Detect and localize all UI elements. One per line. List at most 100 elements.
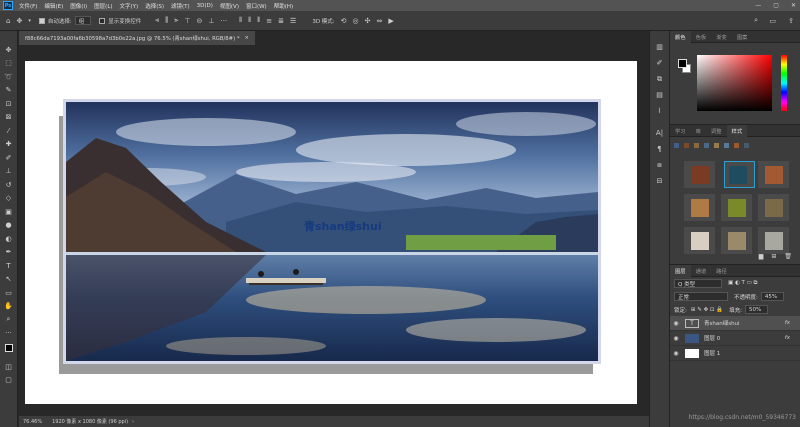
screen-mode-icon[interactable]: ▢ [2, 374, 16, 388]
properties-icon[interactable]: ▤ [653, 89, 667, 101]
more-tools-icon[interactable]: ··· [2, 327, 16, 341]
mini-swatch[interactable] [724, 143, 729, 148]
paths-icon[interactable]: ⌇ [653, 105, 667, 117]
more-options-icon[interactable]: ··· [220, 17, 227, 25]
crop-tool-icon[interactable]: ⊡ [2, 97, 16, 111]
paragraph-icon[interactable]: ¶ [653, 143, 667, 155]
history-icon[interactable]: ▥ [653, 41, 667, 53]
gradient-tool-icon[interactable]: ▣ [2, 205, 16, 219]
style-item[interactable] [684, 161, 715, 188]
zoom-tool-icon[interactable]: ⌕ [2, 313, 16, 327]
3d-rotate-icon[interactable]: ⟲ [341, 17, 347, 25]
eyedropper-tool-icon[interactable]: ⁄ [2, 124, 16, 138]
3d-roll-icon[interactable]: ◎ [353, 17, 359, 25]
brush-settings-icon[interactable]: ✐ [653, 57, 667, 69]
mini-swatch[interactable] [734, 143, 739, 148]
foreground-color-swatch[interactable] [678, 59, 687, 68]
shape-tool-icon[interactable]: ▭ [2, 286, 16, 300]
menu-window[interactable]: 窗口(W) [246, 2, 267, 10]
fx-icon[interactable]: fx [785, 320, 790, 326]
show-transform-checkbox[interactable] [99, 17, 106, 24]
style-item[interactable] [758, 161, 789, 188]
layer-kind-filter[interactable]: Q 类型 [674, 279, 722, 288]
close-icon[interactable]: × [245, 35, 249, 41]
menu-image[interactable]: 图像(I) [70, 2, 87, 10]
pen-tool-icon[interactable]: ✒ [2, 246, 16, 260]
align-center-icon[interactable]: ⫼ [165, 16, 168, 25]
minimize-icon[interactable]: — [755, 2, 761, 9]
distribute-3-icon[interactable]: ⦀ [257, 16, 260, 25]
canvas-area[interactable]: 青shan绿shui [19, 45, 649, 416]
photoshop-logo-icon[interactable]: Ps [3, 1, 13, 10]
tab-adjustments[interactable]: 调整 [706, 125, 727, 137]
marquee-tool-icon[interactable]: ⬚ [2, 57, 16, 71]
align-left-icon[interactable]: ⫷ [155, 16, 159, 25]
new-style-icon[interactable]: ⊞ [771, 253, 776, 260]
info-icon[interactable]: ⊟ [653, 175, 667, 187]
menu-edit[interactable]: 编辑(E) [44, 2, 63, 10]
menu-view[interactable]: 视图(V) [220, 2, 239, 10]
3d-slide-icon[interactable]: ⇔ [377, 17, 383, 25]
layer-row[interactable]: ◉ 图层 1 [670, 346, 800, 361]
tab-channels[interactable]: 通道 [691, 265, 712, 277]
align-right-icon[interactable]: ⫸ [174, 16, 178, 25]
tab-gradients[interactable]: 渐变 [711, 31, 732, 43]
layer-row[interactable]: ◉ 图层 0 fx [670, 331, 800, 346]
tab-styles[interactable]: 样式 [726, 124, 748, 137]
menu-filter[interactable]: 滤镜(T) [171, 2, 190, 10]
workspace-icon[interactable]: ▭ [769, 17, 776, 25]
move-tool-icon[interactable]: ✥ [2, 43, 16, 57]
tab-color[interactable]: 颜色 [670, 30, 691, 43]
color-picker-field[interactable] [697, 55, 772, 111]
distribute-6-icon[interactable]: ☰ [290, 17, 296, 25]
quick-select-tool-icon[interactable]: ✎ [2, 84, 16, 98]
tab-layers[interactable]: 图层 [670, 264, 691, 277]
eraser-tool-icon[interactable]: ◇ [2, 192, 16, 206]
style-item[interactable] [758, 227, 789, 254]
path-select-tool-icon[interactable]: ↖ [2, 273, 16, 287]
stamp-tool-icon[interactable]: ⊥ [2, 165, 16, 179]
history-brush-tool-icon[interactable]: ↺ [2, 178, 16, 192]
tab-patterns[interactable]: 图案 [732, 31, 753, 43]
character-icon[interactable]: A| [653, 127, 667, 139]
tab-paths[interactable]: 路径 [711, 265, 732, 277]
healing-tool-icon[interactable]: ✚ [2, 138, 16, 152]
menu-help[interactable]: 帮助(H) [274, 2, 293, 10]
home-icon[interactable]: ⌂ [6, 17, 10, 25]
mini-swatch[interactable] [714, 143, 719, 148]
auto-select-dropdown[interactable]: 组 [74, 16, 92, 25]
search-icon[interactable]: ⌕ [754, 16, 758, 25]
style-item[interactable] [721, 227, 752, 254]
menu-3d[interactable]: 3D(D) [197, 3, 213, 9]
move-tool-icon[interactable]: ✥ [16, 17, 22, 25]
adjustments-icon[interactable]: ⧉ [653, 73, 667, 85]
photo-frame[interactable]: 青shan绿shui [63, 99, 601, 364]
menu-layer[interactable]: 图层(L) [94, 2, 112, 10]
distribute-5-icon[interactable]: ≣ [278, 17, 284, 25]
auto-select-checkbox[interactable] [38, 17, 45, 24]
menu-file[interactable]: 文件(F) [19, 2, 37, 10]
distribute-2-icon[interactable]: ⫴ [248, 16, 251, 25]
trash-icon[interactable]: 🗑 [784, 253, 792, 260]
layer-row[interactable]: ◉ T 青shan绿shui fx [670, 316, 800, 331]
eye-icon[interactable]: ◉ [670, 320, 682, 327]
folder-icon[interactable]: ▆ [759, 253, 764, 260]
tab-document[interactable]: f88c66da7193a00fa6b30598a7d3b0e22a.jpg @… [19, 31, 255, 45]
blend-mode-dropdown[interactable]: 正常 [674, 292, 728, 301]
align-bottom-icon[interactable]: ⊥ [208, 17, 214, 25]
fill-input[interactable]: 50% [745, 305, 769, 314]
align-middle-icon[interactable]: ⊝ [196, 17, 202, 25]
share-icon[interactable]: ⇪ [788, 17, 794, 25]
type-tool-icon[interactable]: T [2, 259, 16, 273]
landscape-photo[interactable]: 青shan绿shui [66, 102, 598, 361]
mini-swatch[interactable] [674, 143, 679, 148]
mini-swatch[interactable] [744, 143, 749, 148]
glyphs-icon[interactable]: ⧈ [653, 159, 667, 171]
3d-camera-icon[interactable]: ▶ [388, 17, 393, 25]
align-top-icon[interactable]: ⊤ [184, 17, 190, 25]
lock-icons[interactable]: ⊞ ✎ ✥ ⊡ 🔒 [691, 307, 723, 313]
style-item[interactable] [684, 227, 715, 254]
blur-tool-icon[interactable]: ● [2, 219, 16, 233]
frame-tool-icon[interactable]: ⊠ [2, 111, 16, 125]
chevron-down-icon[interactable]: ▾ [28, 18, 31, 24]
